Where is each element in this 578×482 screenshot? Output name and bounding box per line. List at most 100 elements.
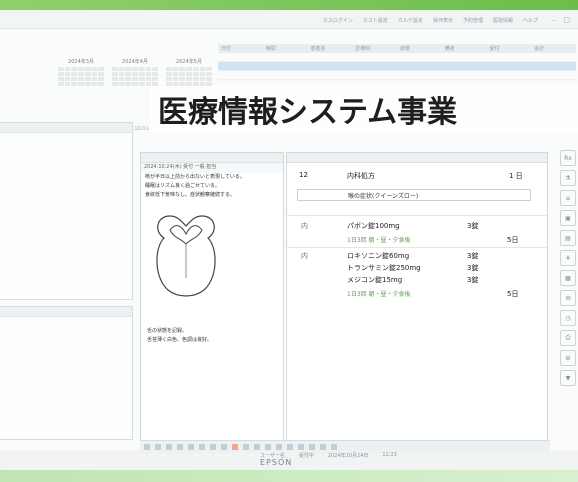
pill-icon: Rx [564, 154, 572, 162]
calendar-icon: ▦ [565, 274, 571, 282]
referral-tool-button[interactable]: ✉ [560, 290, 576, 306]
menu-item-host-settings[interactable]: ホスト設定 [363, 17, 388, 24]
reservation-tool-button[interactable]: ▦ [560, 270, 576, 286]
column-header[interactable]: 日付 [218, 45, 263, 52]
appointment-table-header: 日付 時間 患者名 診療科 状態 備考 受付 会計 [218, 44, 576, 53]
column-header[interactable]: 診療科 [352, 45, 397, 52]
format-icon[interactable] [177, 444, 183, 450]
clock-icon: ◷ [565, 314, 571, 322]
drug-name: ロキソニン錠60mg [347, 252, 410, 260]
menu-item-display[interactable]: 操作表示 [433, 17, 453, 24]
format-icon[interactable] [188, 444, 194, 450]
format-icon[interactable] [166, 444, 172, 450]
column-header[interactable]: 会計 [531, 45, 576, 52]
format-icon[interactable] [331, 444, 337, 450]
format-icon[interactable] [254, 444, 260, 450]
column-header[interactable]: 時間 [263, 45, 308, 52]
record-line[interactable]: 睡眠はリズム良く過ごせている。 [141, 182, 283, 191]
test-tool-button[interactable]: ⚗ [560, 170, 576, 186]
drug-name: トランサミン錠250mg [347, 264, 421, 272]
column-header[interactable]: 状態 [397, 45, 442, 52]
settings-tool-button[interactable]: ⚙ [560, 350, 576, 366]
format-icon[interactable] [309, 444, 315, 450]
menu-item-help[interactable]: ヘルプ [523, 17, 538, 24]
calendar-month[interactable]: 2024年4月 [112, 58, 158, 86]
drug-qty: 3錠 [467, 276, 479, 284]
list-item[interactable] [0, 337, 132, 347]
tongue-sketch-icon[interactable] [146, 208, 226, 298]
prescription-pane: 12 内科処方 1 日 喉の症状(クイーンズロー) 内 パボン錠100mg 3錠… [286, 152, 548, 442]
format-icon[interactable] [199, 444, 205, 450]
save-tool-button[interactable]: ▼ [560, 370, 576, 386]
billing-tool-button[interactable]: ¥ [560, 250, 576, 266]
list-item[interactable] [0, 143, 132, 153]
list-item[interactable] [0, 173, 132, 183]
menu-item-reservation[interactable]: 予約管理 [463, 17, 483, 24]
prescription-tool-button[interactable]: Rx [560, 150, 576, 166]
envelope-icon: ✉ [565, 294, 571, 302]
format-icon[interactable] [155, 444, 161, 450]
rp-number: 12 [299, 171, 308, 179]
format-icon[interactable] [276, 444, 282, 450]
calendar-month[interactable]: 2024年3月 [58, 58, 104, 86]
print-tool-button[interactable]: ⎙ [560, 330, 576, 346]
list-icon: ≡ [565, 194, 571, 202]
drug-name: パボン錠100mg [347, 222, 400, 230]
drug-qty: 3錠 [467, 264, 479, 272]
right-toolbar: Rx ⚗ ≡ ▣ ▤ ¥ ▦ ✉ ◷ ⎙ ⚙ ▼ [558, 146, 576, 446]
pane-header [141, 153, 283, 163]
top-menu: ホスログイン ホスト設定 カルテ設定 操作表示 予約管理 医院情報 ヘルプ [323, 17, 538, 24]
format-icon[interactable] [210, 444, 216, 450]
history-tool-button[interactable]: ◷ [560, 310, 576, 326]
patient-pane-upper [0, 122, 133, 300]
bottom-green-band [0, 470, 578, 482]
format-icon[interactable] [221, 444, 227, 450]
menu-item-login[interactable]: ホスログイン [323, 17, 353, 24]
table-row-selected[interactable] [218, 62, 576, 71]
document-icon: ▤ [565, 234, 571, 242]
record-stamp: 2024.10.24(木) 受付 一般 担当 [141, 163, 283, 173]
image-tool-button[interactable]: ▣ [560, 210, 576, 226]
record-line[interactable]: 舌苔薄く白色、色調は良好。 [143, 336, 212, 345]
record-line[interactable]: 咳が半日以上前から出ないと表現している。 [141, 173, 283, 182]
list-item[interactable] [0, 317, 132, 327]
monitor-brand-logo: EPSON [260, 458, 293, 467]
list-item[interactable] [0, 347, 132, 357]
format-icon[interactable] [320, 444, 326, 450]
list-item[interactable] [0, 163, 132, 173]
calendar-month[interactable]: 2024年5月 [166, 58, 212, 86]
pane-header [0, 307, 132, 317]
highlight-icon[interactable] [232, 444, 238, 450]
format-icon[interactable] [144, 444, 150, 450]
disease-tool-button[interactable]: ≡ [560, 190, 576, 206]
record-line[interactable]: 舌の状態を記録。 [143, 327, 212, 336]
format-icon[interactable] [287, 444, 293, 450]
minimize-icon[interactable]: – [552, 16, 556, 24]
maximize-icon[interactable]: □ [563, 16, 570, 24]
table-row[interactable] [218, 53, 576, 62]
table-row[interactable] [218, 71, 576, 80]
format-icon[interactable] [265, 444, 271, 450]
document-tool-button[interactable]: ▤ [560, 230, 576, 246]
list-item[interactable] [0, 327, 132, 337]
comment-field[interactable]: 喉の症状(クイーンズロー) [297, 189, 531, 201]
image-icon: ▣ [565, 214, 571, 222]
column-header[interactable]: 備考 [442, 45, 487, 52]
column-header[interactable]: 患者名 [308, 45, 353, 52]
list-item[interactable] [0, 153, 132, 163]
column-header[interactable]: 受付 [487, 45, 532, 52]
format-icon[interactable] [298, 444, 304, 450]
menu-item-clinic-info[interactable]: 医院情報 [493, 17, 513, 24]
pane-header [287, 153, 547, 163]
gear-icon: ⚙ [565, 354, 571, 362]
menu-item-chart-settings[interactable]: カルテ設定 [398, 17, 423, 24]
record-line[interactable]: 食欲低下気味なし。症状観察継続する。 [141, 191, 283, 200]
status-date: 2024年10月24日 [327, 453, 369, 459]
usage-text: 1日3回 朝・昼・夕食後 [347, 291, 411, 298]
printer-icon: ⎙ [565, 334, 571, 341]
format-icon[interactable] [243, 444, 249, 450]
save-icon: ▼ [565, 374, 571, 382]
route-label: 内 [301, 222, 308, 230]
list-item[interactable] [0, 133, 132, 143]
comment-text: 喉の症状(クイーンズロー) [348, 193, 419, 200]
